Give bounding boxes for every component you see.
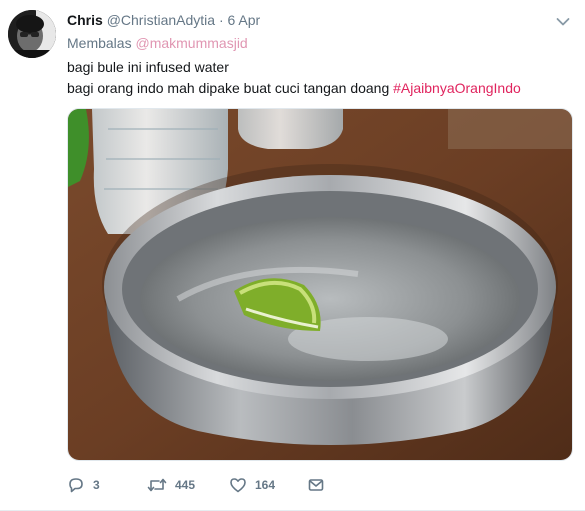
tweet-header: Chris @ChristianAdytia · 6 Apr — [67, 10, 260, 30]
header-separator: · — [218, 12, 224, 28]
reply-mention-link[interactable]: @makmummasjid — [135, 35, 247, 51]
heart-icon — [229, 476, 247, 494]
tweet-photo[interactable] — [67, 108, 573, 461]
reply-button[interactable]: 3 — [67, 474, 100, 496]
like-button[interactable]: 164 — [229, 474, 275, 496]
reply-prefix: Membalas — [67, 35, 132, 51]
tweet-text-line-2: bagi orang indo mah dipake buat cuci tan… — [67, 78, 521, 99]
direct-message-button[interactable] — [307, 474, 325, 496]
hashtag-link[interactable]: #AjaibnyaOrangIndo — [393, 80, 521, 96]
chevron-down-icon[interactable] — [556, 14, 570, 26]
like-count: 164 — [255, 478, 276, 492]
retweet-icon — [147, 476, 167, 494]
author-handle[interactable]: @ChristianAdytia — [107, 12, 215, 28]
photo-illustration — [68, 109, 572, 460]
reply-icon — [67, 476, 85, 494]
tweet-card: Chris @ChristianAdytia · 6 Apr Membalas … — [0, 0, 585, 511]
reply-count: 3 — [93, 478, 100, 492]
envelope-icon — [307, 476, 325, 494]
reply-context: Membalas @makmummasjid — [67, 33, 248, 53]
tweet-actions: 3 445 164 — [67, 474, 357, 496]
tweet-text: bagi bule ini infused water bagi orang i… — [67, 57, 521, 99]
retweet-count: 445 — [175, 478, 196, 492]
tweet-text-line-2-body: bagi orang indo mah dipake buat cuci tan… — [67, 80, 390, 96]
author-name[interactable]: Chris — [67, 12, 103, 28]
tweet-date[interactable]: 6 Apr — [228, 12, 261, 28]
avatar[interactable] — [8, 10, 56, 58]
retweet-button[interactable]: 445 — [147, 474, 195, 496]
tweet-text-line-1: bagi bule ini infused water — [67, 59, 229, 75]
